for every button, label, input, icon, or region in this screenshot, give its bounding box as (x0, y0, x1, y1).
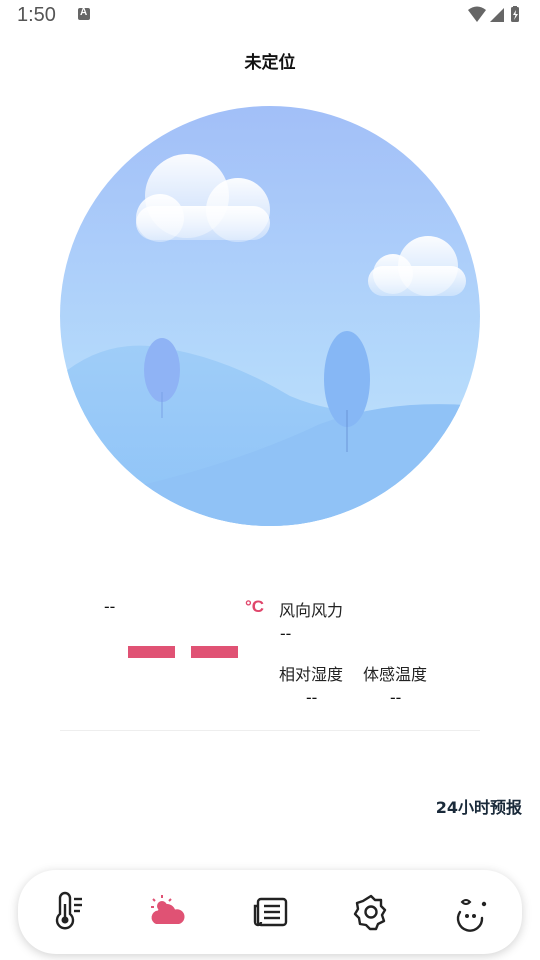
signal-icon (490, 8, 504, 22)
nav-more[interactable] (450, 890, 494, 934)
page-title: 未定位 (244, 53, 296, 73)
bottom-nav (18, 870, 522, 954)
wind-value: -- (280, 624, 292, 643)
thermometer-icon (55, 891, 82, 930)
temperature-bar-high (191, 646, 238, 658)
status-bar: 1:50 A (0, 0, 540, 34)
leaf-drop-icon (456, 899, 487, 932)
humidity-value: -- (306, 688, 318, 707)
news-icon (253, 897, 288, 927)
status-time: 1:50 (17, 4, 56, 26)
forecast-24h-link[interactable]: 24小时预报 (436, 794, 522, 818)
wifi-icon (468, 6, 486, 22)
nav-news[interactable] (248, 890, 292, 934)
a-badge-icon: A (78, 7, 90, 20)
settings-icon (353, 894, 387, 931)
temperature-bar-low (128, 646, 175, 658)
feels-like-value: -- (390, 688, 402, 707)
status-icons (466, 6, 524, 24)
wind-label: 风向风力 (279, 601, 344, 620)
nav-weather[interactable] (146, 890, 190, 934)
temperature-unit: °C (245, 597, 265, 616)
weather-cloud-sun-icon (151, 895, 185, 924)
feels-like-label: 体感温度 (363, 665, 428, 684)
humidity-label: 相对湿度 (279, 665, 344, 684)
temperature-range-bars (128, 646, 238, 658)
nav-settings[interactable] (349, 890, 393, 934)
nav-thermometer[interactable] (46, 890, 90, 934)
divider (60, 730, 480, 731)
temperature-value: -- (104, 597, 116, 616)
weather-scene-illustration (60, 106, 480, 526)
